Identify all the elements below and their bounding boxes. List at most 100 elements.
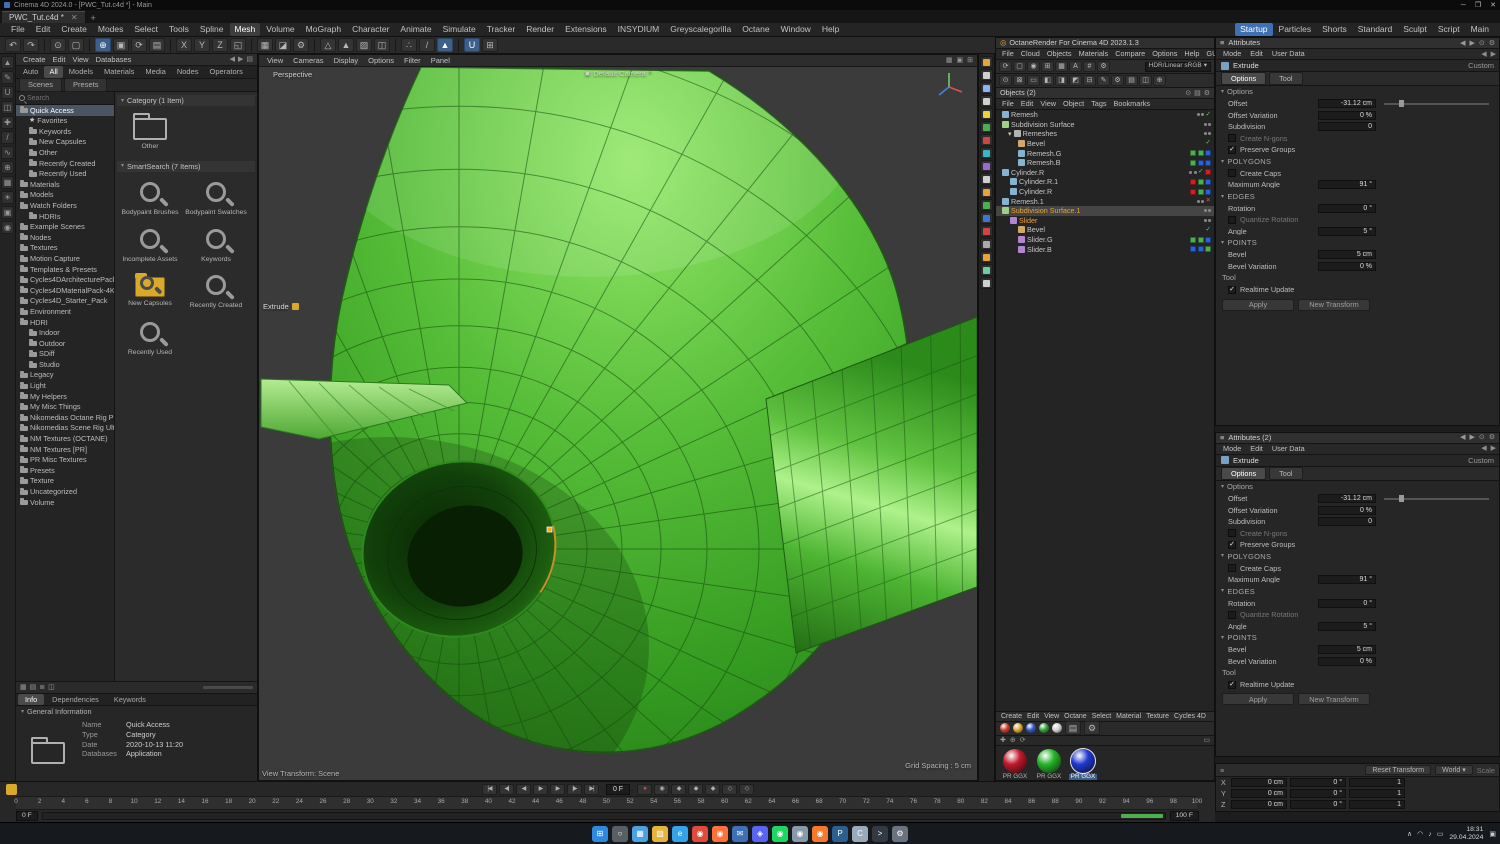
om-menu-tags[interactable]: Tags <box>1088 99 1109 108</box>
previous-key-button[interactable]: ◀| <box>498 783 514 795</box>
visibility-dot[interactable] <box>1193 170 1197 174</box>
menubar-item-tracker[interactable]: Tracker <box>482 23 521 36</box>
visibility-dot[interactable] <box>1196 199 1200 203</box>
viewport-menu-panel[interactable]: Panel <box>427 56 454 66</box>
viewport-maximize-icon[interactable]: ⊞ <box>967 57 973 64</box>
tree-item-pr-misc-textures[interactable]: PR Misc Textures <box>16 455 114 466</box>
preview-range-bar[interactable] <box>1120 814 1163 818</box>
asset-menu-create[interactable]: Create <box>20 55 49 65</box>
octane-toolbar2-icon-6[interactable]: ⊟ <box>1083 75 1096 86</box>
om-settings-icon[interactable]: ⚙ <box>1204 90 1210 97</box>
layout-standard[interactable]: Standard <box>1353 23 1398 36</box>
tree-item-hdri[interactable]: HDRI <box>16 317 114 328</box>
octane-light-icon[interactable] <box>980 108 993 120</box>
tag-chip[interactable] <box>1205 246 1211 253</box>
position-input[interactable]: 0 cm <box>1231 789 1287 799</box>
section-points[interactable]: ▾ POINTS <box>1216 632 1499 644</box>
scale-input[interactable]: 1 <box>1349 789 1405 799</box>
tag-chip[interactable] <box>1190 188 1196 195</box>
enabled-check-icon[interactable]: ✓ <box>1198 169 1203 176</box>
field-value-input[interactable]: 0 ° <box>1318 598 1376 608</box>
list-view-icon[interactable]: ▤ <box>30 684 37 691</box>
tag-chip[interactable] <box>1190 178 1196 185</box>
field-value-input[interactable]: 0 % <box>1318 656 1376 666</box>
viewport-3d-canvas[interactable] <box>259 67 977 780</box>
tag-chip[interactable] <box>1197 159 1204 166</box>
attr-nav-icon-1[interactable]: ▶ <box>1491 445 1496 452</box>
object-item-subdivision-surface[interactable]: Subdivision Surface <box>996 120 1214 130</box>
tag-chip[interactable] <box>1205 169 1211 176</box>
octane-toolbar1-icon-4[interactable]: ▦ <box>1055 61 1068 72</box>
thumbnail-size-slider[interactable] <box>203 686 253 689</box>
scale-icon[interactable]: ▣ <box>113 38 129 52</box>
tag-chip[interactable] <box>1197 246 1204 253</box>
edges-mode-icon[interactable]: / <box>419 38 435 52</box>
asset-tab-materials[interactable]: Materials <box>99 66 139 78</box>
new-transform-button[interactable]: New Transform <box>1298 693 1370 706</box>
viewport-menu-view[interactable]: View <box>263 56 287 66</box>
field-value-input[interactable]: 5 cm <box>1318 645 1376 655</box>
menubar-item-animate[interactable]: Animate <box>395 23 436 36</box>
tree-item-uncategorized[interactable]: Uncategorized <box>16 486 114 497</box>
window-titlebar[interactable]: Cinema 4D 2024.0 - [PWC_Tut.c4d *] - Mai… <box>0 0 1500 10</box>
go-to-end-button[interactable]: ▶| <box>583 783 599 795</box>
field-value-input[interactable]: 0 % <box>1318 505 1376 515</box>
move-icon[interactable]: ⊕ <box>95 38 111 52</box>
menubar-item-render[interactable]: Render <box>521 23 559 36</box>
tree-item-studio[interactable]: Studio <box>16 359 114 370</box>
object-item-subdivision-surface-1[interactable]: Subdivision Surface.1 <box>996 205 1214 216</box>
lock-z-icon[interactable]: Z <box>212 38 228 52</box>
tag-chip[interactable] <box>1205 236 1211 243</box>
tree-item-recently-created[interactable]: Recently Created <box>16 158 114 169</box>
object-item-slider-b[interactable]: Slider.B <box>996 244 1214 254</box>
asset-subtab-presets[interactable]: Presets <box>64 78 108 92</box>
keyframe-scale-button[interactable]: ◆ <box>688 783 704 795</box>
search-icon[interactable]: ○ <box>612 826 628 842</box>
layout-startup[interactable]: Startup <box>1235 23 1273 36</box>
material-preset-icon-1[interactable] <box>1013 723 1023 734</box>
om-menu-object[interactable]: Object <box>1060 99 1087 108</box>
attributes-header[interactable]: ≡ Attributes ◀ ▶ ⊙ ⚙ <box>1216 38 1499 49</box>
tree-item-cycles4d-starter-pack[interactable]: Cycles4D_Starter_Pack <box>16 296 114 307</box>
attr-nav-icon-0[interactable]: ◀ <box>1481 445 1486 452</box>
start-button[interactable]: ⊞ <box>592 826 608 842</box>
smartsearch-item-keywords[interactable]: Keywords <box>183 223 249 264</box>
attr-tab-options[interactable]: Options <box>1221 71 1267 86</box>
material-menu-cycles-4d[interactable]: Cycles 4D <box>1172 712 1208 721</box>
reset-transform-button[interactable]: Reset Transform <box>1365 765 1432 776</box>
checkbox[interactable] <box>1228 610 1236 619</box>
octane-toolbar2-icon-0[interactable]: ⊙ <box>999 75 1012 86</box>
next-frame-button[interactable]: ▶ <box>549 783 565 795</box>
octane-toolbar2-icon-4[interactable]: ◨ <box>1055 75 1068 86</box>
rotation-input[interactable]: 0 ° <box>1290 778 1346 788</box>
panel-icon[interactable]: ▤ <box>246 56 253 63</box>
tree-item-nodes[interactable]: Nodes <box>16 232 114 243</box>
octane-menu-file[interactable]: File <box>999 49 1017 58</box>
material-preset-icon-2[interactable] <box>1026 723 1036 734</box>
snap-icon[interactable]: U <box>464 38 480 52</box>
tree-item-nm-textures-octane[interactable]: NM Textures (OCTANE) <box>16 433 114 444</box>
render-picture-viewer-icon[interactable]: ◪ <box>275 38 291 52</box>
attr-tab-tool[interactable]: Tool <box>1269 466 1303 481</box>
material-thumbnail-0[interactable]: PR GGX <box>1000 748 1030 780</box>
knife-tool-icon[interactable]: / <box>1 131 14 144</box>
colorspace-dropdown[interactable]: HDR/Linear sRGB ▾ <box>1144 61 1211 72</box>
spotify-app-icon[interactable]: ◉ <box>772 826 788 842</box>
tree-item-motion-capture[interactable]: Motion Capture <box>16 253 114 264</box>
panel-menu-icon[interactable]: ≡ <box>1220 434 1224 442</box>
octane-toolbar1-icon-2[interactable]: ◉ <box>1027 61 1040 72</box>
new-tab-button[interactable]: + <box>85 14 102 23</box>
texture-mode-icon[interactable]: ▨ <box>356 38 372 52</box>
material-filter-icon[interactable]: ▭ <box>1203 737 1210 744</box>
coordinate-system-icon[interactable]: ◱ <box>230 38 246 52</box>
checkbox[interactable] <box>1228 169 1236 178</box>
material-menu-edit[interactable]: Edit <box>1025 712 1041 721</box>
keyframe-parameter-button[interactable]: ◇ <box>722 783 738 795</box>
menubar-item-window[interactable]: Window <box>776 23 816 36</box>
menubar-item-mograph[interactable]: MoGraph <box>301 23 346 36</box>
menubar-item-file[interactable]: File <box>6 23 30 36</box>
menubar-item-character[interactable]: Character <box>347 23 394 36</box>
asset-tab-all[interactable]: All <box>44 66 63 78</box>
checkbox[interactable]: ✓ <box>1228 145 1236 154</box>
asset-tab-media[interactable]: Media <box>140 66 170 78</box>
